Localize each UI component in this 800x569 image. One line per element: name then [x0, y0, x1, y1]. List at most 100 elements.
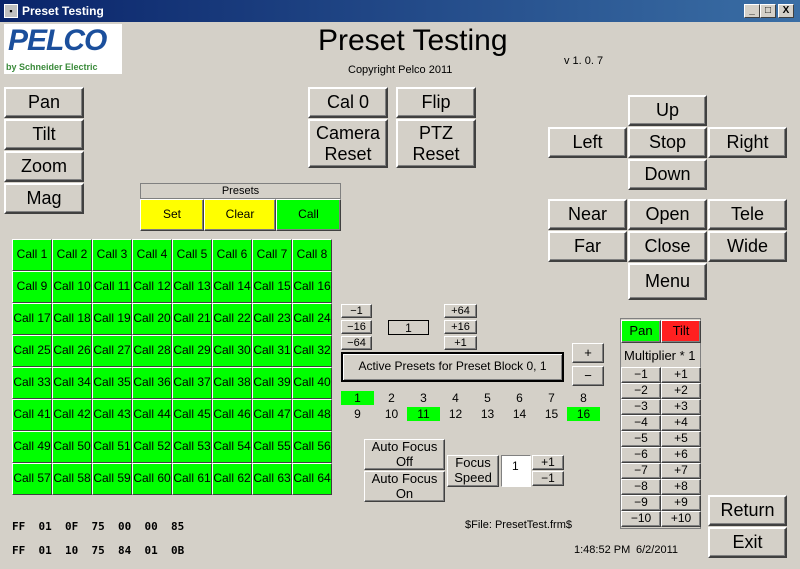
multiplier-tilt-button[interactable]: Tilt: [661, 320, 701, 343]
camera-reset-button[interactable]: Camera Reset: [308, 119, 388, 168]
call-preset-button[interactable]: Call 41: [12, 399, 52, 431]
close-iris-button[interactable]: Close: [628, 231, 707, 262]
call-preset-button[interactable]: Call 64: [292, 463, 332, 495]
call-preset-button[interactable]: Call 23: [252, 303, 292, 335]
block-minus1-button[interactable]: −1: [341, 304, 372, 318]
call-preset-button[interactable]: Call 33: [12, 367, 52, 399]
up-button[interactable]: Up: [628, 95, 707, 126]
block-plus1-button[interactable]: +1: [444, 336, 477, 350]
block-prev-button[interactable]: −: [572, 366, 604, 386]
tele-button[interactable]: Tele: [708, 199, 787, 230]
multiplier-plus-button[interactable]: +6: [661, 447, 701, 463]
call-preset-button[interactable]: Call 52: [132, 431, 172, 463]
call-preset-button[interactable]: Call 53: [172, 431, 212, 463]
multiplier-plus-button[interactable]: +9: [661, 495, 701, 511]
call-preset-button[interactable]: Call 44: [132, 399, 172, 431]
call-mode-button[interactable]: Call: [276, 199, 341, 231]
menu-button[interactable]: Menu: [628, 263, 707, 300]
call-preset-button[interactable]: Call 26: [52, 335, 92, 367]
call-preset-button[interactable]: Call 3: [92, 239, 132, 271]
call-preset-button[interactable]: Call 6: [212, 239, 252, 271]
call-preset-button[interactable]: Call 40: [292, 367, 332, 399]
call-preset-button[interactable]: Call 51: [92, 431, 132, 463]
call-preset-button[interactable]: Call 31: [252, 335, 292, 367]
block-minus64-button[interactable]: −64: [341, 336, 372, 350]
minimize-button[interactable]: _: [744, 4, 760, 18]
call-preset-button[interactable]: Call 7: [252, 239, 292, 271]
multiplier-minus-button[interactable]: −5: [621, 431, 661, 447]
stop-button[interactable]: Stop: [628, 127, 707, 158]
call-preset-button[interactable]: Call 49: [12, 431, 52, 463]
multiplier-plus-button[interactable]: +5: [661, 431, 701, 447]
multiplier-minus-button[interactable]: −10: [621, 511, 661, 527]
title-bar[interactable]: ▪ Preset Testing: [0, 0, 800, 22]
multiplier-minus-button[interactable]: −2: [621, 383, 661, 399]
call-preset-button[interactable]: Call 39: [252, 367, 292, 399]
call-preset-button[interactable]: Call 32: [292, 335, 332, 367]
call-preset-button[interactable]: Call 15: [252, 271, 292, 303]
multiplier-minus-button[interactable]: −7: [621, 463, 661, 479]
call-preset-button[interactable]: Call 37: [172, 367, 212, 399]
multiplier-plus-button[interactable]: +10: [661, 511, 701, 527]
call-preset-button[interactable]: Call 20: [132, 303, 172, 335]
auto-focus-off-button[interactable]: Auto Focus Off: [364, 439, 445, 470]
multiplier-plus-button[interactable]: +8: [661, 479, 701, 495]
call-preset-button[interactable]: Call 5: [172, 239, 212, 271]
multiplier-plus-button[interactable]: +1: [661, 367, 701, 383]
wide-button[interactable]: Wide: [708, 231, 787, 262]
call-preset-button[interactable]: Call 29: [172, 335, 212, 367]
call-preset-button[interactable]: Call 28: [132, 335, 172, 367]
call-preset-button[interactable]: Call 8: [292, 239, 332, 271]
call-preset-button[interactable]: Call 14: [212, 271, 252, 303]
call-preset-button[interactable]: Call 36: [132, 367, 172, 399]
multiplier-minus-button[interactable]: −1: [621, 367, 661, 383]
multiplier-minus-button[interactable]: −4: [621, 415, 661, 431]
multiplier-minus-button[interactable]: −6: [621, 447, 661, 463]
call-preset-button[interactable]: Call 12: [132, 271, 172, 303]
block-plus16-button[interactable]: +16: [444, 320, 477, 334]
right-button[interactable]: Right: [708, 127, 787, 158]
multiplier-plus-button[interactable]: +3: [661, 399, 701, 415]
block-minus16-button[interactable]: −16: [341, 320, 372, 334]
left-button[interactable]: Left: [548, 127, 627, 158]
call-preset-button[interactable]: Call 59: [92, 463, 132, 495]
clear-mode-button[interactable]: Clear: [204, 199, 276, 231]
call-preset-button[interactable]: Call 45: [172, 399, 212, 431]
zoom-button[interactable]: Zoom: [4, 151, 84, 182]
call-preset-button[interactable]: Call 46: [212, 399, 252, 431]
open-button[interactable]: Open: [628, 199, 707, 230]
call-preset-button[interactable]: Call 55: [252, 431, 292, 463]
call-preset-button[interactable]: Call 34: [52, 367, 92, 399]
call-preset-button[interactable]: Call 30: [212, 335, 252, 367]
call-preset-button[interactable]: Call 57: [12, 463, 52, 495]
far-button[interactable]: Far: [548, 231, 627, 262]
near-button[interactable]: Near: [548, 199, 627, 230]
down-button[interactable]: Down: [628, 159, 707, 190]
active-presets-button[interactable]: Active Presets for Preset Block 0, 1: [341, 352, 564, 382]
block-next-button[interactable]: +: [572, 343, 604, 363]
multiplier-plus-button[interactable]: +4: [661, 415, 701, 431]
multiplier-plus-button[interactable]: +2: [661, 383, 701, 399]
close-button[interactable]: X: [778, 4, 794, 18]
multiplier-minus-button[interactable]: −8: [621, 479, 661, 495]
call-preset-button[interactable]: Call 16: [292, 271, 332, 303]
call-preset-button[interactable]: Call 17: [12, 303, 52, 335]
call-preset-button[interactable]: Call 48: [292, 399, 332, 431]
multiplier-pan-button[interactable]: Pan: [621, 320, 661, 343]
call-preset-button[interactable]: Call 10: [52, 271, 92, 303]
focus-speed-plus-button[interactable]: +1: [532, 455, 564, 470]
call-preset-button[interactable]: Call 47: [252, 399, 292, 431]
focus-speed-minus-button[interactable]: −1: [532, 471, 564, 486]
call-preset-button[interactable]: Call 61: [172, 463, 212, 495]
call-preset-button[interactable]: Call 62: [212, 463, 252, 495]
block-plus64-button[interactable]: +64: [444, 304, 477, 318]
call-preset-button[interactable]: Call 11: [92, 271, 132, 303]
call-preset-button[interactable]: Call 56: [292, 431, 332, 463]
set-mode-button[interactable]: Set: [140, 199, 204, 231]
multiplier-minus-button[interactable]: −9: [621, 495, 661, 511]
call-preset-button[interactable]: Call 1: [12, 239, 52, 271]
call-preset-button[interactable]: Call 27: [92, 335, 132, 367]
maximize-button[interactable]: □: [760, 4, 776, 18]
call-preset-button[interactable]: Call 50: [52, 431, 92, 463]
call-preset-button[interactable]: Call 43: [92, 399, 132, 431]
